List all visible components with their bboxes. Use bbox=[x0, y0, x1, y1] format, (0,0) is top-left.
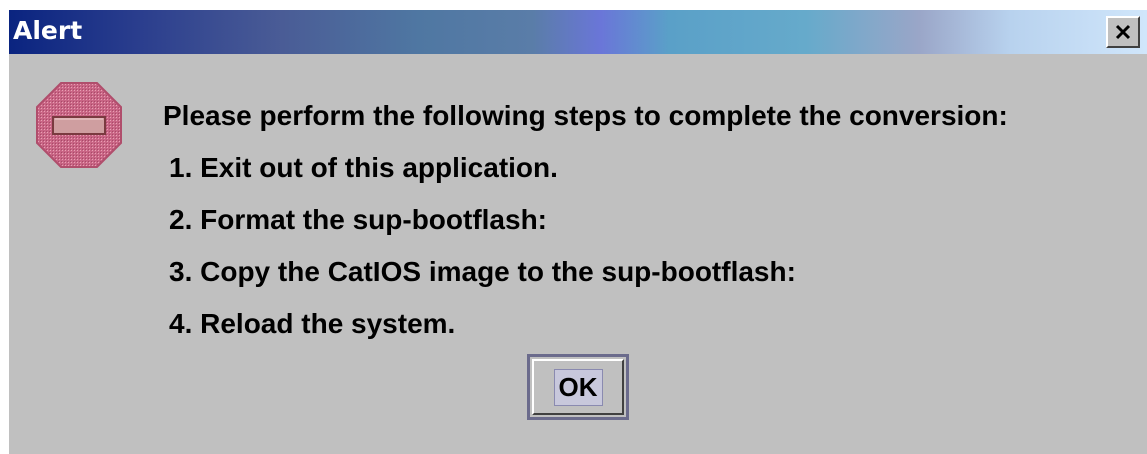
close-icon bbox=[1115, 24, 1131, 40]
message-intro: Please perform the following steps to co… bbox=[163, 100, 1008, 131]
step-item: 4. Reload the system. bbox=[169, 308, 456, 339]
step-item: 3. Copy the CatIOS image to the sup-boot… bbox=[169, 256, 796, 287]
title-bar[interactable]: Alert bbox=[9, 10, 1147, 54]
ok-button-label: OK bbox=[553, 368, 603, 406]
message-text: Please perform the following steps to co… bbox=[163, 90, 1008, 350]
window-title: Alert bbox=[13, 16, 83, 45]
stop-sign-icon bbox=[36, 82, 122, 168]
close-button[interactable] bbox=[1106, 16, 1140, 48]
step-item: 1. Exit out of this application. bbox=[169, 152, 558, 183]
ok-button-face[interactable]: OK bbox=[532, 359, 624, 415]
alert-dialog: Alert Please perform the following steps… bbox=[9, 10, 1147, 454]
step-item: 2. Format the sup-bootflash: bbox=[169, 204, 547, 235]
ok-button[interactable]: OK bbox=[527, 354, 629, 420]
